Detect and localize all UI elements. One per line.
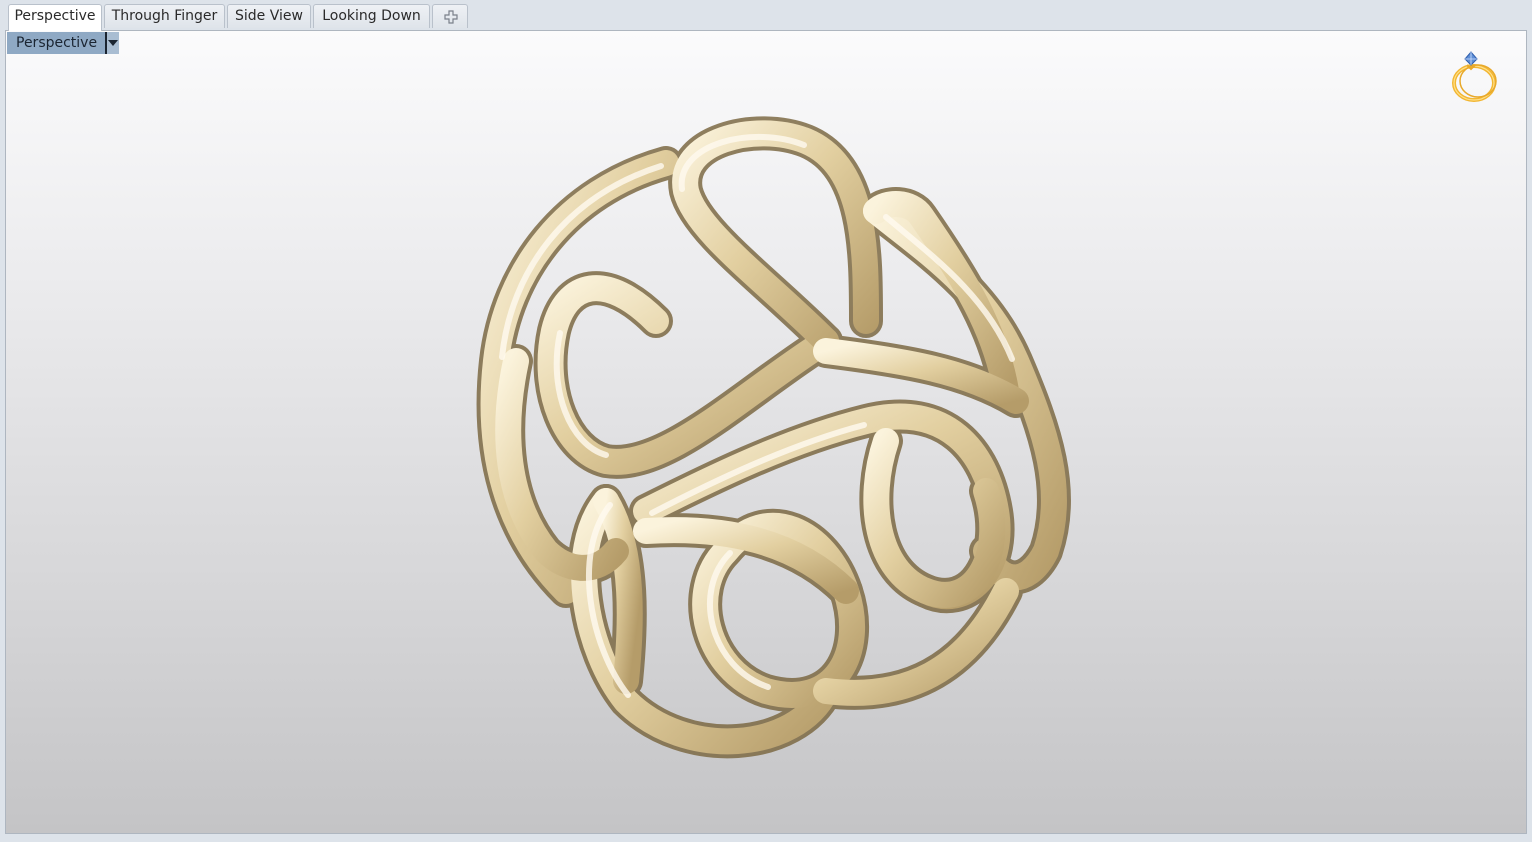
- perspective-viewport[interactable]: Perspective: [5, 30, 1527, 834]
- tab-label: Side View: [235, 8, 303, 24]
- tab-label: Looking Down: [322, 8, 421, 24]
- viewport-tab-strip: Perspective Through Finger Side View Loo…: [0, 0, 1532, 31]
- app-window: Perspective Through Finger Side View Loo…: [0, 0, 1532, 842]
- tab-looking-down[interactable]: Looking Down: [313, 4, 430, 28]
- tab-through-finger[interactable]: Through Finger: [104, 4, 225, 28]
- viewport-title: Perspective: [16, 35, 98, 51]
- tab-label: Perspective: [14, 8, 96, 24]
- viewport-title-menu[interactable]: Perspective: [7, 32, 120, 54]
- triangle-down-icon: [108, 40, 119, 46]
- plus-icon: [444, 10, 458, 24]
- add-tab-button[interactable]: [432, 4, 468, 28]
- tab-label: Through Finger: [111, 8, 218, 24]
- tab-perspective[interactable]: Perspective: [8, 4, 102, 31]
- viewport-menu-dropdown[interactable]: [105, 32, 120, 54]
- ring-model-render[interactable]: [6, 31, 1527, 834]
- tab-side-view[interactable]: Side View: [227, 4, 311, 28]
